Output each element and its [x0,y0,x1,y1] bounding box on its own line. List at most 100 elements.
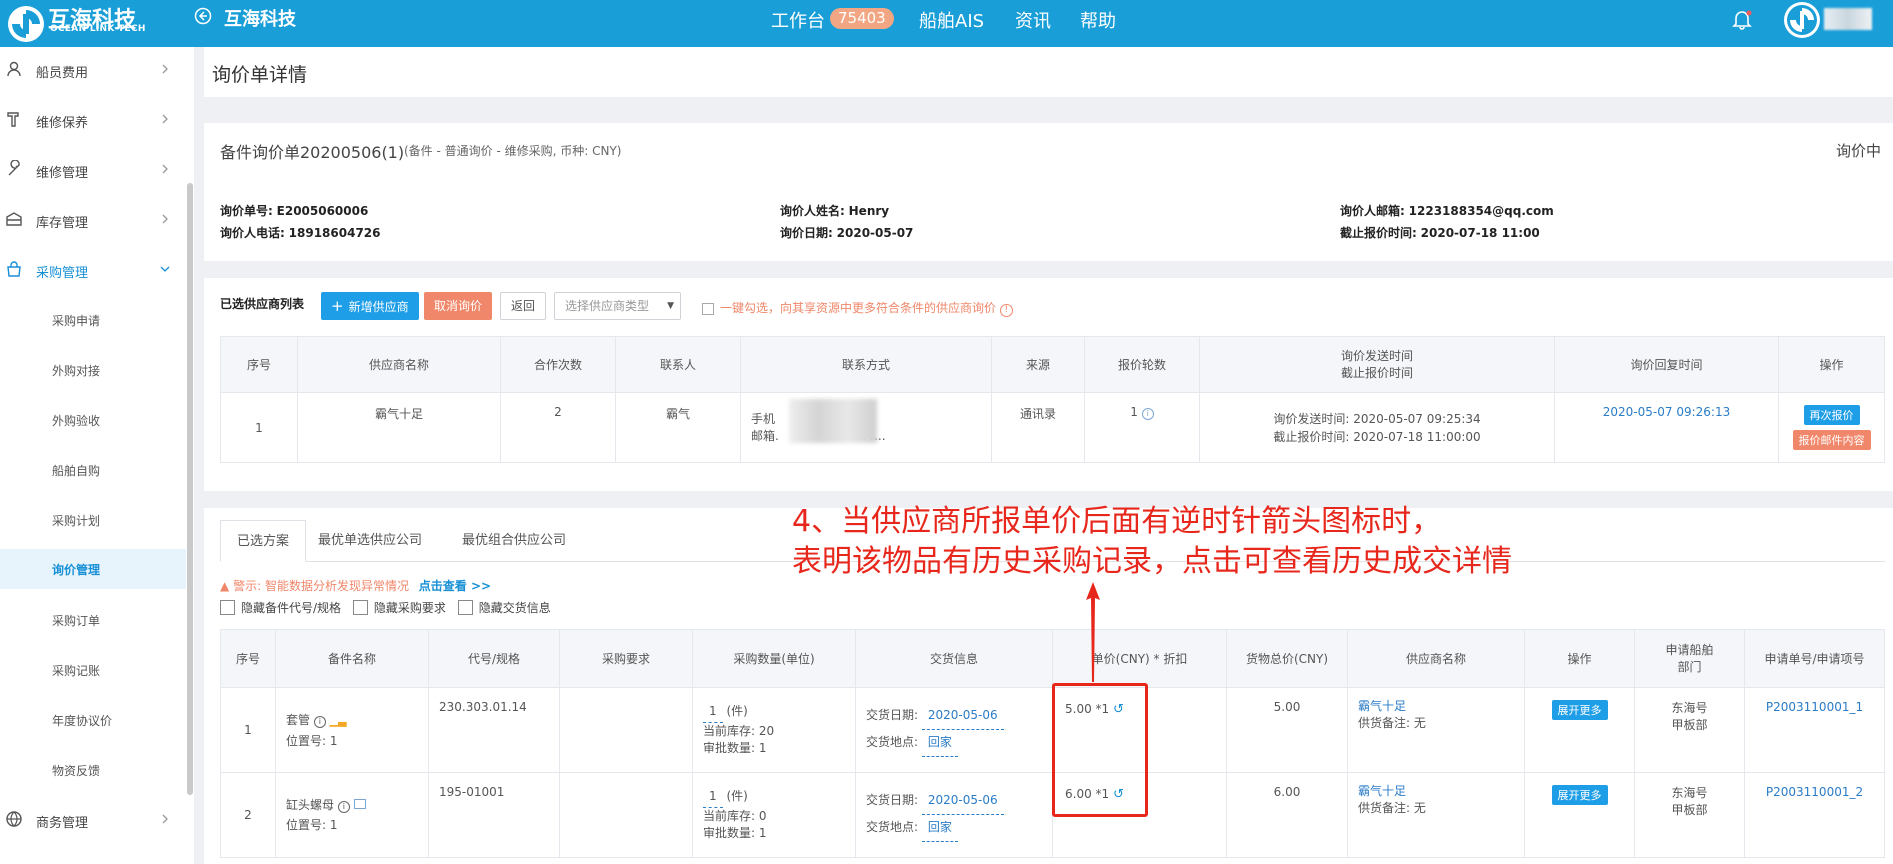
supplier-type-select[interactable]: 选择供应商类型 ▼ [554,292,681,320]
company-title[interactable]: 互海科技 [224,5,296,31]
delivery-place-label: 交货地点: [866,820,919,834]
cell-delivery: 交货日期: 2020-05-06 交货地点: 回家 [855,687,1053,773]
back-button[interactable]: 返回 [500,292,547,320]
wrench-icon [8,160,20,176]
sidebar-scrollbar[interactable] [187,183,193,795]
hide-requirement-option[interactable]: 隐藏采购要求 [352,600,446,615]
cell-apply-no[interactable]: P2003110001_2 [1744,772,1885,858]
delivery-place[interactable]: 回家 [921,815,958,842]
checkbox[interactable] [457,600,473,615]
cancel-inquiry-button[interactable]: 取消询价 [424,292,493,320]
column-header: 交货信息 [855,629,1053,688]
hide-code-option[interactable]: 隐藏备件代号/规格 [220,600,341,615]
field-label: 询价人姓名: [780,204,845,218]
chevron-down-icon [160,266,170,272]
quantity-value[interactable]: 1 [703,703,723,723]
expand-more-button[interactable]: 展开更多 [1551,785,1608,805]
tab-best-combo[interactable]: 最优组合供应公司 [446,520,582,562]
part-name: 缸头螺母 [286,798,335,812]
brand-subtitle: OCEAN LINK TECH [50,24,146,34]
inquiry-date: 2020-05-07 [836,226,914,240]
image-icon[interactable] [353,799,366,809]
box-icon [6,212,22,226]
delivery-date[interactable]: 2020-05-06 [921,788,1004,815]
tab-best-single[interactable]: 最优单选供应公司 [302,520,438,562]
cell-part-name: 套管 i ▁▃ 位置号: 1 [275,687,429,773]
field-label: 询价日期: [780,226,833,240]
history-chart-icon[interactable]: ▁▃ [330,714,347,727]
expand-more-button[interactable]: 展开更多 [1551,700,1608,720]
cell-ship-dept: 东海号 甲板部 [1634,687,1745,773]
sidebar-sub-item-active[interactable]: 询价管理 [0,549,186,589]
sidebar-sub-item[interactable]: 采购订单 [0,600,186,640]
sidebar-sub-item[interactable]: 年度协议价 [0,700,186,740]
sidebar-item-purchase[interactable]: 采购管理 [0,250,186,290]
sidebar-sub-item[interactable]: 采购计划 [0,500,186,540]
warning-link[interactable]: 点击查看 >> [419,579,491,593]
tab-selected-plan[interactable]: 已选方案 [220,520,307,562]
one-click-option[interactable]: 一键勾选，向其享资源中更多符合条件的供应商询价 ! [702,299,1013,317]
sidebar-sub-item[interactable]: 外购验收 [0,400,186,440]
delivery-place[interactable]: 回家 [921,730,958,757]
nav-ais[interactable]: 船舶AIS [919,7,984,33]
quote-mail-button[interactable]: 报价邮件内容 [1792,430,1871,450]
cell-supplier: 霸气十足 供货备注: 无 [1347,687,1525,773]
sidebar-item-maintenance[interactable]: 维修保养 [0,100,186,140]
sidebar-item-crew-cost[interactable]: 船员费用 [0,50,186,90]
delivery-date-label: 交货日期: [866,793,919,807]
supply-remark: 供货备注: 无 [1358,716,1426,730]
checkbox[interactable] [220,600,235,615]
supplier-link[interactable]: 霸气十足 [1358,783,1524,800]
back-icon[interactable] [194,7,212,25]
supplier-link[interactable]: 霸气十足 [1358,698,1524,715]
one-click-checkbox[interactable] [702,303,714,315]
sidebar-sub-label: 询价管理 [52,563,101,577]
approve-qty: 审批数量: 1 [703,826,767,840]
cell-op: 展开更多 [1524,687,1635,773]
checkbox[interactable] [352,600,368,615]
column-header: 供应商名称 [297,336,501,393]
workbench-badge[interactable]: 75403 [830,8,894,29]
info-icon[interactable]: i [313,715,326,728]
supplier-list-title: 已选供应商列表 [220,297,305,311]
info-icon[interactable]: i [337,801,350,813]
username-blurred[interactable] [1824,8,1872,30]
annotation-line-2: 表明该物品有历史采购记录，点击可查看历史成交详情 [792,544,1512,579]
cell-no: 1 [220,687,276,773]
cell-no: 1 [220,392,298,463]
cell-apply-no[interactable]: P2003110001_1 [1744,687,1885,773]
column-header: 操作 [1524,629,1635,688]
select-placeholder: 选择供应商类型 [565,299,650,313]
sidebar-sub-item[interactable]: 物资反馈 [0,750,186,790]
deadline-time: 截止报价时间: 2020-07-18 11:00:00 [1273,429,1481,444]
bell-icon[interactable] [1731,8,1753,30]
hide-delivery-option[interactable]: 隐藏交货信息 [457,600,551,615]
info-icon[interactable]: i [1141,408,1154,420]
add-supplier-button[interactable]: + 新增供应商 [321,292,419,320]
sidebar-item-repair[interactable]: 维修管理 [0,150,186,190]
delivery-date[interactable]: 2020-05-06 [921,703,1004,730]
column-header: 采购数量(单位) [692,629,856,688]
sidebar-sub-item[interactable]: 船舶自购 [0,450,186,490]
sidebar-item-inventory[interactable]: 库存管理 [0,200,186,240]
cell-contact-info: 手机 邮箱...4... [740,392,992,463]
requote-button[interactable]: 再次报价 [1803,405,1860,425]
position-no: 位置号: 1 [286,733,338,748]
nav-help[interactable]: 帮助 [1080,7,1116,33]
sidebar-sub-item[interactable]: 采购记账 [0,650,186,690]
sidebar-item-label: 商务管理 [36,816,89,831]
add-supplier-label: 新增供应商 [348,300,409,314]
cell-code: 195-01001 [428,772,560,858]
sidebar-sub-item[interactable]: 外购对接 [0,350,186,390]
cart-icon [7,261,21,277]
nav-news[interactable]: 资讯 [1015,7,1051,33]
quantity-value[interactable]: 1 [703,788,723,808]
sidebar-sub-item[interactable]: 采购申请 [0,300,186,340]
nav-workbench[interactable]: 工作台 [771,7,825,33]
sidebar-sub-label: 采购记账 [52,664,101,678]
avatar[interactable] [1784,2,1820,38]
page-title: 询价单详情 [212,64,308,86]
sidebar-sub-label: 外购对接 [52,364,101,378]
sidebar-item-business[interactable]: 商务管理 [0,800,186,840]
sidebar-sub-label: 采购申请 [52,314,101,328]
